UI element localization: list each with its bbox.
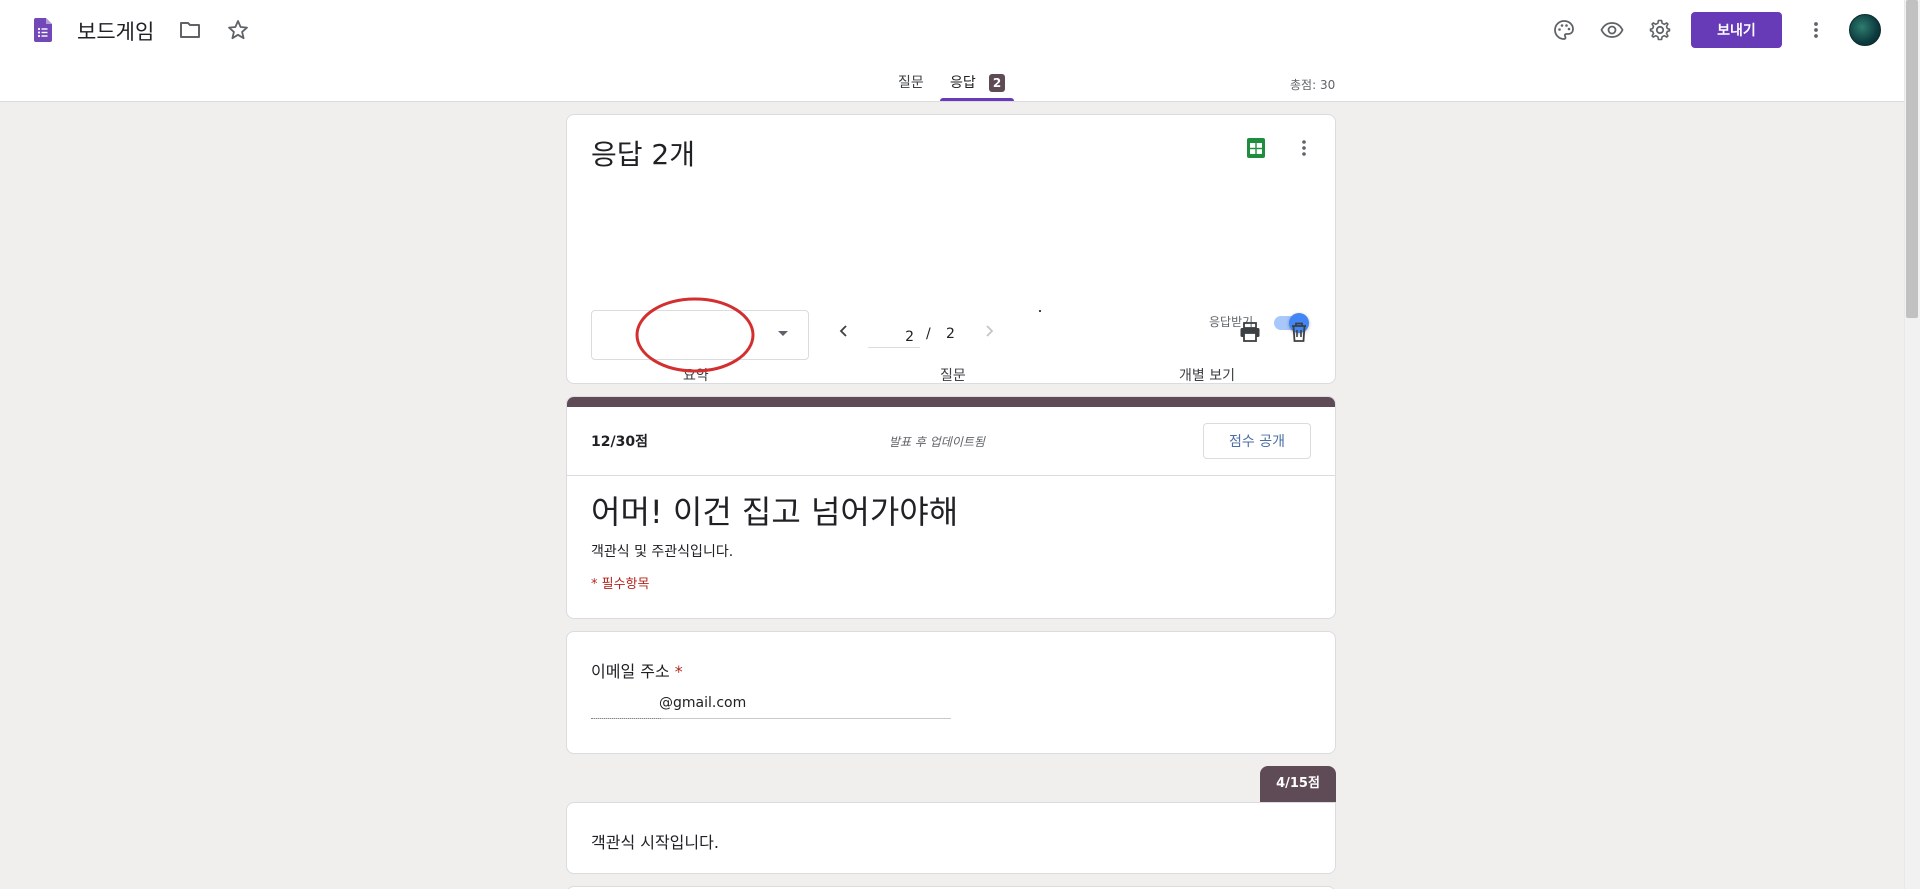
email-question-label: 이메일 주소 * [591,658,683,682]
print-icon[interactable] [1238,320,1262,344]
release-score-button[interactable]: 점수 공개 [1203,423,1311,459]
tab-responses[interactable]: 응답 [950,72,976,92]
form-header-card: 12/30점 발표 후 업데이트됨 점수 공개 어머! 이건 집고 넘어가야해 … [566,396,1336,619]
release-note: 발표 후 업데이트됨 [889,435,985,449]
required-mark: * [674,662,683,681]
sheets-icon[interactable] [1245,137,1267,159]
dropdown-caret-icon[interactable] [778,331,788,336]
folder-icon[interactable] [178,18,202,42]
theme-band [567,397,1335,407]
more-vert-icon[interactable] [1293,137,1315,159]
email-label-text: 이메일 주소 [591,662,670,681]
response-count-badge: 2 [989,74,1005,92]
form-title: 어머! 이건 집고 넘어가야해 [591,493,959,531]
tab-questions[interactable]: 질문 [898,72,924,92]
star-icon[interactable] [226,18,250,42]
page-number-input[interactable] [868,326,920,348]
account-avatar[interactable] [1849,14,1881,46]
form-description: 객관식 및 주관식입니다. [591,544,734,560]
forms-doc-icon[interactable] [34,18,52,42]
more-vert-icon[interactable] [1804,18,1828,42]
tab-question[interactable]: 질문 [940,365,966,385]
email-question-card: 이메일 주소 * @gmail.com [566,631,1336,754]
page-total: 2 [946,326,955,342]
active-tab-indicator [940,98,1014,101]
eye-icon[interactable] [1600,18,1624,42]
scrollbar-thumb[interactable] [1906,0,1918,318]
email-answer: @gmail.com [591,695,951,719]
responses-title: 응답 2개 [591,138,695,171]
required-note: * 필수항목 [591,577,650,592]
total-points: 총점: 30 [1290,78,1336,92]
chevron-left-icon[interactable] [835,322,853,340]
section-score-badge: 4/15점 [1260,766,1336,802]
send-button[interactable]: 보내기 [1691,12,1782,48]
tab-individual[interactable]: 개별 보기 [1179,365,1235,385]
section-card: 객관식 시작입니다. [566,802,1336,874]
top-app-bar: 보드게임 보내기 질문 응답 2 총점: 30 [0,0,1904,102]
page-separator: / [926,326,931,342]
trash-icon[interactable] [1287,320,1311,344]
chevron-right-icon[interactable] [980,322,998,340]
annotation-ellipse [635,297,755,373]
total-score: 12/30점 [591,434,648,450]
gear-icon[interactable] [1648,18,1672,42]
divider [567,475,1335,476]
document-title[interactable]: 보드게임 [77,16,154,46]
section-description: 객관식 시작입니다. [591,833,719,852]
email-redacted-line [591,718,661,719]
palette-icon[interactable] [1552,18,1576,42]
stray-dot [1039,310,1041,312]
